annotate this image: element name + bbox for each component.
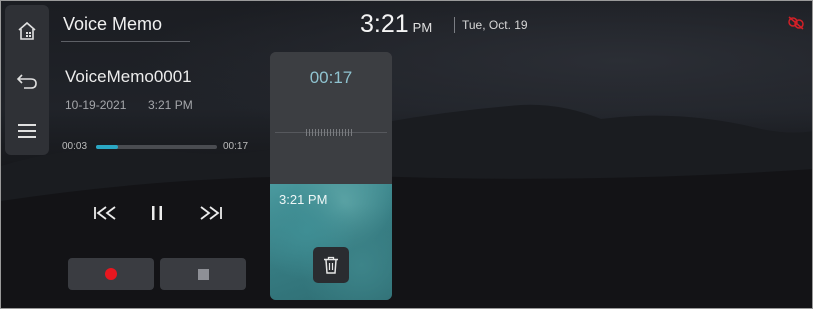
trash-icon [324,256,338,274]
menu-button[interactable] [5,111,49,151]
title-underline [61,41,190,42]
stop-button[interactable] [160,258,246,290]
memo-time: 3:21 PM [148,98,193,112]
delete-button[interactable] [313,247,349,283]
progress-bar[interactable] [96,145,217,149]
elapsed-time: 00:03 [62,141,88,152]
side-rail [5,5,49,155]
record-icon [105,268,117,280]
header-divider [454,17,455,33]
waveform [306,129,352,136]
pause-button[interactable] [142,201,172,225]
recording-panel: 00:17 3:21 PM [270,52,392,300]
connection-off-icon [788,16,804,30]
app-screen: Voice Memo 3:21 PM Tue, Oct. 19 VoiceMem… [0,0,813,309]
clock-time: 3:21 [360,10,409,38]
skip-next-icon [200,206,222,220]
clock: 3:21 PM [360,10,432,39]
header-date: Tue, Oct. 19 [462,18,528,32]
back-icon [16,74,37,89]
previous-button[interactable] [91,201,121,225]
memo-date: 10-19-2021 [65,98,127,112]
skip-previous-icon [94,206,116,220]
progress-fill [96,145,118,149]
back-button[interactable] [5,61,49,101]
memo-name: VoiceMemo0001 [65,67,192,86]
recording-timestamp: 3:21 PM [279,192,328,207]
home-icon [18,21,36,40]
total-time: 00:17 [223,141,249,152]
clock-ampm: PM [412,20,433,35]
stop-icon [197,268,209,280]
app-title: Voice Memo [63,14,163,34]
pause-icon [152,206,162,220]
next-button[interactable] [195,201,225,225]
menu-icon [18,124,36,138]
home-button[interactable] [5,11,49,51]
recording-timer: 00:17 [309,68,353,87]
record-button[interactable] [68,258,154,290]
